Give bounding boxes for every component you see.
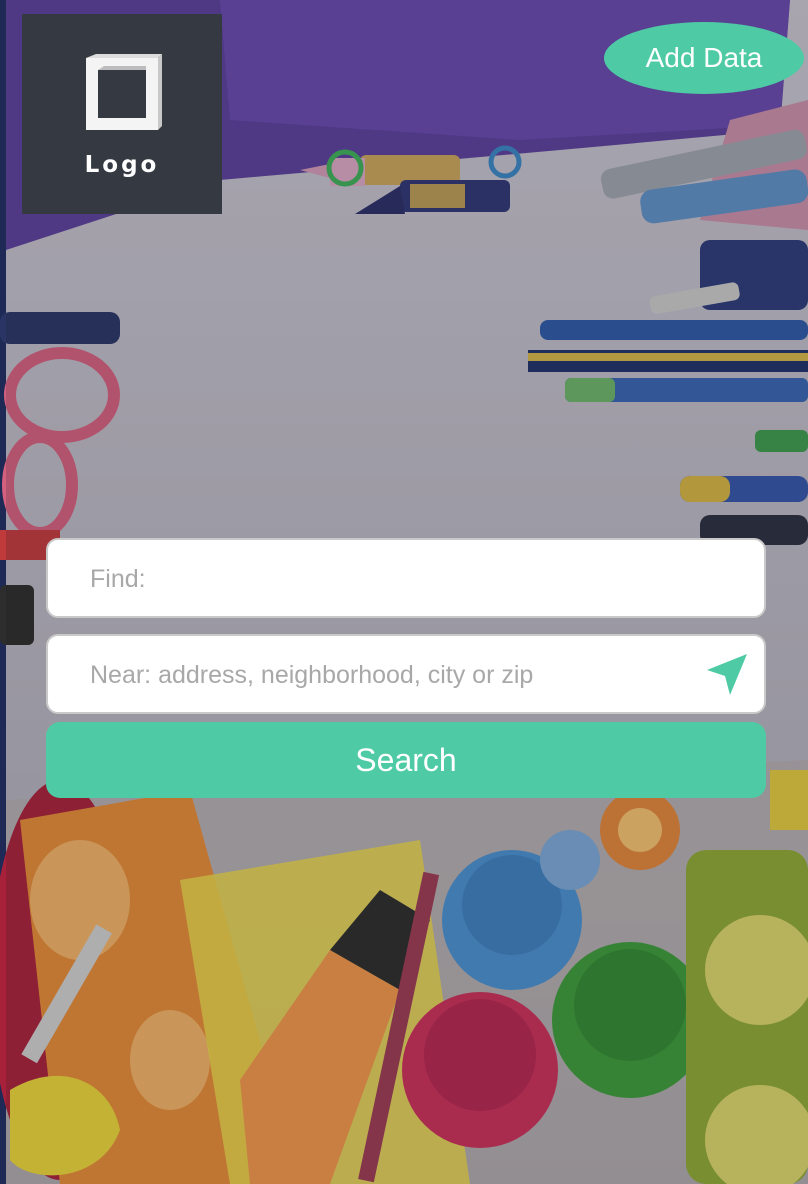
find-input[interactable] xyxy=(88,540,692,618)
logo[interactable]: Logo xyxy=(22,14,222,214)
landing-page: Logo Add Data Search xyxy=(0,0,808,1184)
square-frame-icon xyxy=(86,54,162,130)
navigation-arrow-icon[interactable] xyxy=(704,652,750,698)
add-data-button[interactable]: Add Data xyxy=(604,22,804,94)
find-field xyxy=(46,538,766,618)
search-button[interactable]: Search xyxy=(46,722,766,798)
search-form: Search xyxy=(46,538,766,798)
logo-text: Logo xyxy=(84,152,160,178)
near-field xyxy=(46,634,766,714)
near-input[interactable] xyxy=(88,636,692,714)
